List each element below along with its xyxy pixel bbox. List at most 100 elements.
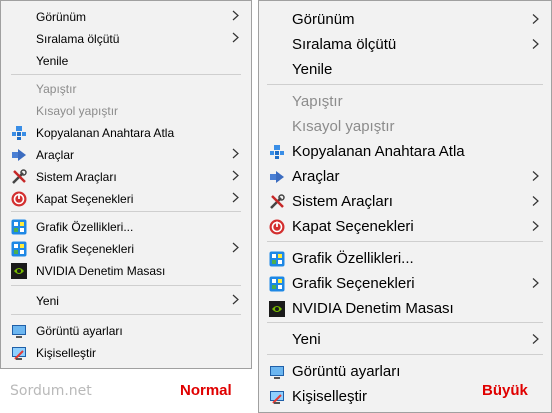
menu-item-label: Sistem Araçları xyxy=(36,170,117,184)
menu-item-araçlar[interactable]: Araçlar xyxy=(259,164,551,189)
menu-item-kısayol-yapıştır: Kısayol yapıştır xyxy=(1,100,251,122)
chevron-right-icon xyxy=(232,166,239,188)
menu-item-yeni[interactable]: Yeni xyxy=(259,327,551,352)
chevron-right-icon xyxy=(532,164,539,189)
menu-item-label: Yenile xyxy=(292,61,333,78)
menu-item-label: Kısayol yapıştır xyxy=(292,118,395,135)
menu-item-araçlar[interactable]: Araçlar xyxy=(1,144,251,166)
system-tools-icon xyxy=(269,193,285,210)
registry-icon xyxy=(269,144,285,160)
menu-item-sıralama-ölçütü[interactable]: Sıralama ölçütü xyxy=(1,28,251,50)
chevron-right-icon xyxy=(232,144,239,166)
chevron-right-icon xyxy=(532,327,539,352)
context-menu-large: Görünüm Sıralama ölçütü Yenile Yapıştır Kısa… xyxy=(258,0,552,413)
menu-item-görünüm[interactable]: Görünüm xyxy=(259,7,551,32)
menu-item-sistem-araçları[interactable]: Sistem Araçları xyxy=(259,189,551,214)
menu-item-label: Grafik Özellikleri... xyxy=(292,250,414,267)
menu-item-kısayol-yapıştır: Kısayol yapıştır xyxy=(259,114,551,139)
menu-item-yeni[interactable]: Yeni xyxy=(1,290,251,312)
menu-item-yapıştır: Yapıştır xyxy=(1,78,251,100)
menu-item-label: Grafik Özellikleri... xyxy=(36,220,134,234)
menu-item-label: Yapıştır xyxy=(292,93,343,110)
menu-item-label: Görüntü ayarları xyxy=(36,324,123,338)
menu-separator xyxy=(11,74,241,75)
menu-item-label: Kopyalanan Anahtara Atla xyxy=(292,143,465,160)
chevron-right-icon xyxy=(232,188,239,210)
menu-item-kapat-seçenekleri[interactable]: Kapat Seçenekleri xyxy=(259,214,551,239)
menu-item-kopyalanan-anahtara-atla[interactable]: Kopyalanan Anahtara Atla xyxy=(1,122,251,144)
menu-item-label: NVIDIA Denetim Masası xyxy=(292,300,454,317)
menu-item-label: NVIDIA Denetim Masası xyxy=(36,264,166,278)
menu-item-label: Sıralama ölçütü xyxy=(36,32,120,46)
chevron-right-icon xyxy=(532,189,539,214)
menu-item-yenile[interactable]: Yenile xyxy=(1,50,251,72)
menu-item-yenile[interactable]: Yenile xyxy=(259,57,551,82)
caption-large: Büyük xyxy=(482,382,528,399)
menu-item-label: Yapıştır xyxy=(36,82,77,96)
menu-item-grafik-özellikleri[interactable]: Grafik Özellikleri... xyxy=(1,216,251,238)
menu-item-label: Grafik Seçenekleri xyxy=(292,275,415,292)
menu-item-label: Yeni xyxy=(36,294,59,308)
chevron-right-icon xyxy=(232,6,239,28)
menu-item-label: Araçlar xyxy=(36,148,75,162)
menu-item-label: Görünüm xyxy=(36,10,87,24)
menu-item-kapat-seçenekleri[interactable]: Kapat Seçenekleri xyxy=(1,188,251,210)
chevron-right-icon xyxy=(532,7,539,32)
menu-item-label: Sıralama ölçütü xyxy=(292,36,397,53)
personalize-icon xyxy=(11,345,27,361)
chevron-right-icon xyxy=(232,28,239,50)
menu-item-grafik-seçenekleri[interactable]: Grafik Seçenekleri xyxy=(1,238,251,260)
menu-item-label: Kapat Seçenekleri xyxy=(292,218,414,235)
menu-item-kopyalanan-anahtara-atla[interactable]: Kopyalanan Anahtara Atla xyxy=(259,139,551,164)
menu-item-label: Kısayol yapıştır xyxy=(36,104,119,118)
system-tools-icon xyxy=(11,169,27,185)
site-watermark: Sordum.net xyxy=(10,383,92,399)
nvidia-icon xyxy=(269,300,285,317)
menu-separator xyxy=(267,354,543,355)
caption-normal: Normal xyxy=(180,382,232,399)
chevron-right-icon xyxy=(232,290,239,312)
menu-item-grafik-özellikleri[interactable]: Grafik Özellikleri... xyxy=(259,246,551,271)
menu-item-label: Kişiselleştir xyxy=(292,388,368,405)
menu-separator xyxy=(267,322,543,323)
menu-item-görüntü-ayarları[interactable]: Görüntü ayarları xyxy=(259,359,551,384)
power-icon xyxy=(11,191,27,207)
menu-item-label: Yeni xyxy=(292,331,321,348)
tools-arrow-icon xyxy=(269,169,285,185)
menu-item-label: Grafik Seçenekleri xyxy=(36,242,135,256)
menu-separator xyxy=(11,314,241,315)
graphics-icon xyxy=(11,241,27,257)
menu-item-grafik-seçenekleri[interactable]: Grafik Seçenekleri xyxy=(259,271,551,296)
menu-item-görünüm[interactable]: Görünüm xyxy=(1,6,251,28)
chevron-right-icon xyxy=(532,271,539,296)
menu-item-nvidia-denetim-masası[interactable]: NVIDIA Denetim Masası xyxy=(1,260,251,282)
display-icon xyxy=(11,323,27,339)
menu-item-sıralama-ölçütü[interactable]: Sıralama ölçütü xyxy=(259,32,551,57)
menu-separator xyxy=(267,84,543,85)
menu-item-label: Sistem Araçları xyxy=(292,193,393,210)
menu-item-sistem-araçları[interactable]: Sistem Araçları xyxy=(1,166,251,188)
graphics-icon xyxy=(269,251,285,267)
menu-item-görüntü-ayarları[interactable]: Görüntü ayarları xyxy=(1,320,251,342)
menu-item-kişiselleştir[interactable]: Kişiselleştir xyxy=(1,342,251,364)
menu-separator xyxy=(11,211,241,212)
chevron-right-icon xyxy=(532,32,539,57)
menu-item-label: Kişiselleştir xyxy=(36,346,97,360)
chevron-right-icon xyxy=(532,214,539,239)
menu-item-label: Kopyalanan Anahtara Atla xyxy=(36,126,175,140)
chevron-right-icon xyxy=(232,238,239,260)
menu-item-label: Araçlar xyxy=(292,168,340,185)
display-icon xyxy=(269,364,285,380)
graphics-icon xyxy=(269,276,285,292)
menu-item-nvidia-denetim-masası[interactable]: NVIDIA Denetim Masası xyxy=(259,296,551,321)
registry-icon xyxy=(11,125,27,141)
power-icon xyxy=(269,219,285,235)
menu-item-label: Yenile xyxy=(36,54,69,68)
tools-arrow-icon xyxy=(11,147,27,163)
personalize-icon xyxy=(269,389,285,405)
menu-separator xyxy=(267,241,543,242)
context-menu-normal: Görünüm Sıralama ölçütü Yenile Yapıştır Kısa… xyxy=(0,0,252,369)
nvidia-icon xyxy=(11,263,27,279)
menu-item-label: Görünüm xyxy=(292,11,355,28)
menu-item-yapıştır: Yapıştır xyxy=(259,89,551,114)
